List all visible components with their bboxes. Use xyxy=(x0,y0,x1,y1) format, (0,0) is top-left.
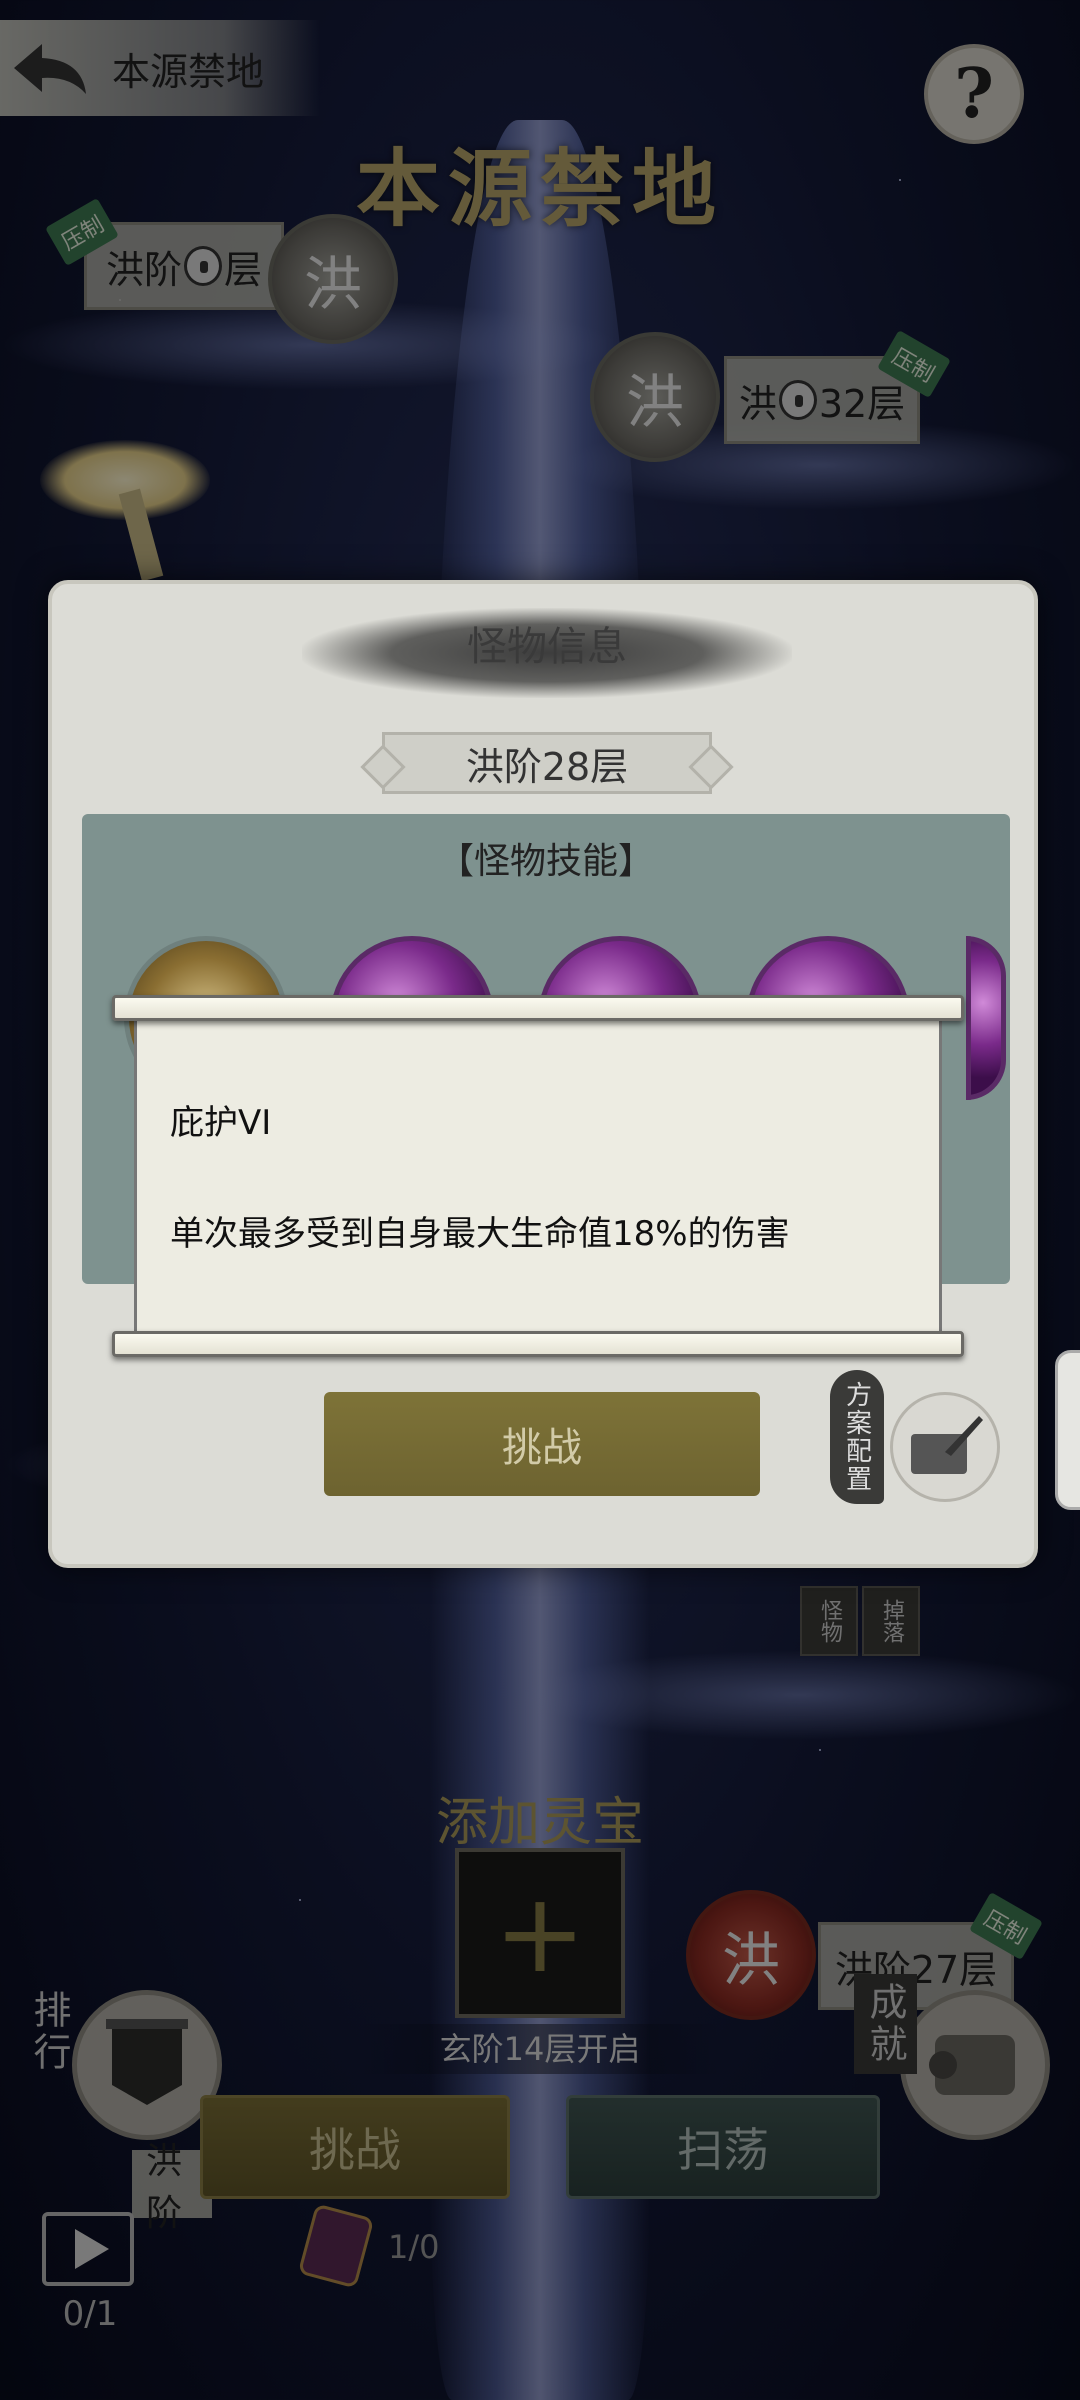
side-pull-tab[interactable] xyxy=(1055,1350,1080,1510)
dialog-challenge-button[interactable]: 挑战 xyxy=(324,1392,760,1496)
tooltip-paper xyxy=(134,1019,942,1333)
skills-title: 【怪物技能】 xyxy=(437,841,654,882)
skill-name: 庇护VI xyxy=(170,1103,272,1143)
plan-config-button[interactable]: 方案配置 xyxy=(830,1370,1010,1510)
floor-banner: 洪阶28层 xyxy=(382,732,712,794)
scroll-rod-top xyxy=(112,995,964,1021)
skill-icon-purple[interactable] xyxy=(966,936,1006,1100)
skill-description: 单次最多受到自身最大生命值18%的伤害 xyxy=(170,1214,790,1254)
plan-config-label: 方案配置 xyxy=(830,1370,884,1504)
dialog-title: 怪物信息 xyxy=(467,624,627,670)
quill-scroll-icon xyxy=(890,1392,1000,1502)
skill-tooltip xyxy=(112,995,964,1357)
scroll-rod-bottom xyxy=(112,1331,964,1357)
